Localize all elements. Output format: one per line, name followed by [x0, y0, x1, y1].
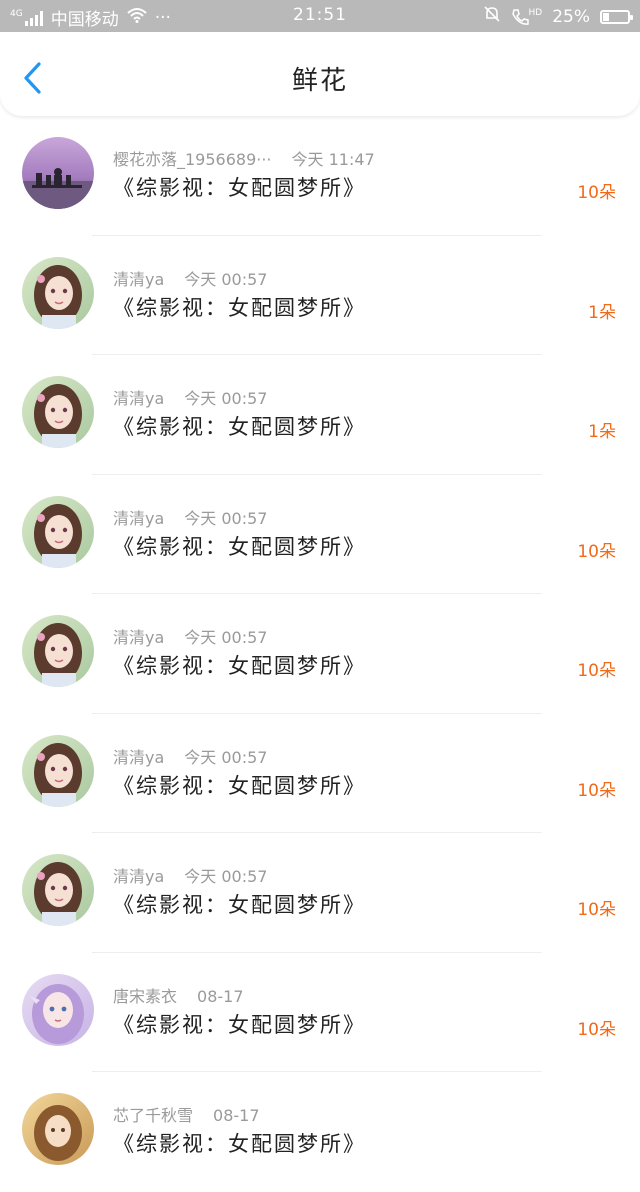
user-name[interactable]: 清清ya	[113, 509, 164, 528]
status-bar: 4G 中国移动 ··· 21:51 HD 25%	[0, 0, 640, 32]
flower-count: 1朵	[588, 422, 616, 442]
list-item[interactable]: 芯了千秋雪 08-17 《综影视：女配圆梦所》	[0, 1072, 640, 1192]
user-name[interactable]: 芯了千秋雪	[113, 1106, 193, 1125]
flower-count: 10朵	[577, 900, 616, 920]
time-label: 今天 00:57	[184, 508, 268, 528]
flower-count: 10朵	[577, 541, 616, 562]
avatar[interactable]	[22, 854, 94, 926]
time-label: 08-17	[213, 1106, 260, 1125]
user-name[interactable]: 清清ya	[113, 748, 164, 767]
flower-count: 10朵	[577, 183, 616, 203]
list-item[interactable]: 清清ya 今天 00:57 《综影视：女配圆梦所》 1朵	[0, 355, 640, 475]
time-label: 今天 00:57	[184, 628, 268, 647]
list-item[interactable]: 清清ya 今天 00:57 《综影视：女配圆梦所》 1朵	[0, 236, 640, 355]
item-meta: 清清ya 今天 00:57	[113, 266, 267, 290]
time-label: 今天 11:47	[291, 150, 375, 169]
time-label: 今天 00:57	[184, 747, 268, 767]
flower-count: 10朵	[577, 780, 616, 801]
flower-count: 10朵	[577, 661, 616, 681]
flower-list: 樱花亦落_1956689··· 今天 11:47 《综影视：女配圆梦所》 10朵 …	[0, 116, 640, 1192]
book-title[interactable]: 《综影视：女配圆梦所》	[113, 889, 366, 919]
battery-icon	[600, 9, 633, 24]
book-title[interactable]: 《综影视：女配圆梦所》	[113, 531, 366, 561]
book-title[interactable]: 《综影视：女配圆梦所》	[113, 770, 366, 800]
battery-percent: 25%	[552, 6, 590, 27]
list-item[interactable]: 唐宋素衣 08-17 《综影视：女配圆梦所》 10朵	[0, 953, 640, 1072]
book-title[interactable]: 《综影视：女配圆梦所》	[113, 172, 366, 202]
item-meta: 清清ya 今天 00:57	[113, 863, 267, 887]
avatar[interactable]	[22, 615, 94, 687]
page-title: 鲜花	[291, 66, 348, 96]
nav-bar: 鲜花	[0, 32, 640, 116]
time-label: 今天 00:57	[184, 867, 268, 886]
avatar[interactable]	[22, 1093, 94, 1165]
book-title[interactable]: 《综影视：女配圆梦所》	[113, 292, 366, 322]
list-item[interactable]: 清清ya 今天 00:57 《综影视：女配圆梦所》 10朵	[0, 594, 640, 714]
time-label: 08-17	[197, 986, 244, 1006]
item-meta: 唐宋素衣 08-17	[113, 983, 244, 1007]
item-meta: 清清ya 今天 00:57	[113, 505, 267, 529]
avatar[interactable]	[22, 137, 94, 209]
user-name[interactable]: 清清ya	[113, 389, 164, 408]
book-title[interactable]: 《综影视：女配圆梦所》	[113, 1128, 366, 1158]
book-title[interactable]: 《综影视：女配圆梦所》	[113, 1009, 366, 1039]
avatar[interactable]	[22, 734, 94, 807]
item-meta: 芯了千秋雪 08-17	[113, 1102, 260, 1126]
item-meta: 清清ya 今天 00:57	[113, 624, 267, 648]
user-name[interactable]: 清清ya	[113, 270, 164, 289]
avatar[interactable]	[22, 376, 94, 448]
item-meta: 清清ya 今天 00:57	[113, 385, 267, 409]
avatar[interactable]	[22, 256, 94, 329]
item-meta: 清清ya 今天 00:57	[113, 744, 267, 768]
flower-count: 10朵	[577, 1019, 616, 1040]
avatar[interactable]	[22, 973, 94, 1046]
call-hd-icon: HD	[511, 7, 543, 26]
list-item[interactable]: 樱花亦落_1956689··· 今天 11:47 《综影视：女配圆梦所》 10朵	[0, 116, 640, 236]
time-label: 今天 00:57	[184, 389, 268, 408]
time-label: 今天 00:57	[184, 269, 268, 289]
list-item[interactable]: 清清ya 今天 00:57 《综影视：女配圆梦所》 10朵	[0, 475, 640, 594]
user-name[interactable]: 唐宋素衣	[113, 987, 177, 1006]
hd-label: HD	[528, 7, 543, 18]
user-name[interactable]: 清清ya	[113, 628, 164, 647]
user-name[interactable]: 清清ya	[113, 867, 164, 886]
flower-count: 1朵	[588, 302, 616, 323]
list-item[interactable]: 清清ya 今天 00:57 《综影视：女配圆梦所》 10朵	[0, 833, 640, 953]
book-title[interactable]: 《综影视：女配圆梦所》	[113, 650, 366, 680]
list-item[interactable]: 清清ya 今天 00:57 《综影视：女配圆梦所》 10朵	[0, 714, 640, 833]
status-right: HD 25%	[483, 5, 633, 28]
avatar[interactable]	[22, 495, 94, 568]
user-name[interactable]: 樱花亦落_1956689···	[113, 150, 272, 169]
item-meta: 樱花亦落_1956689··· 今天 11:47	[113, 146, 375, 170]
bell-mute-icon	[483, 5, 501, 28]
book-title[interactable]: 《综影视：女配圆梦所》	[113, 411, 366, 441]
